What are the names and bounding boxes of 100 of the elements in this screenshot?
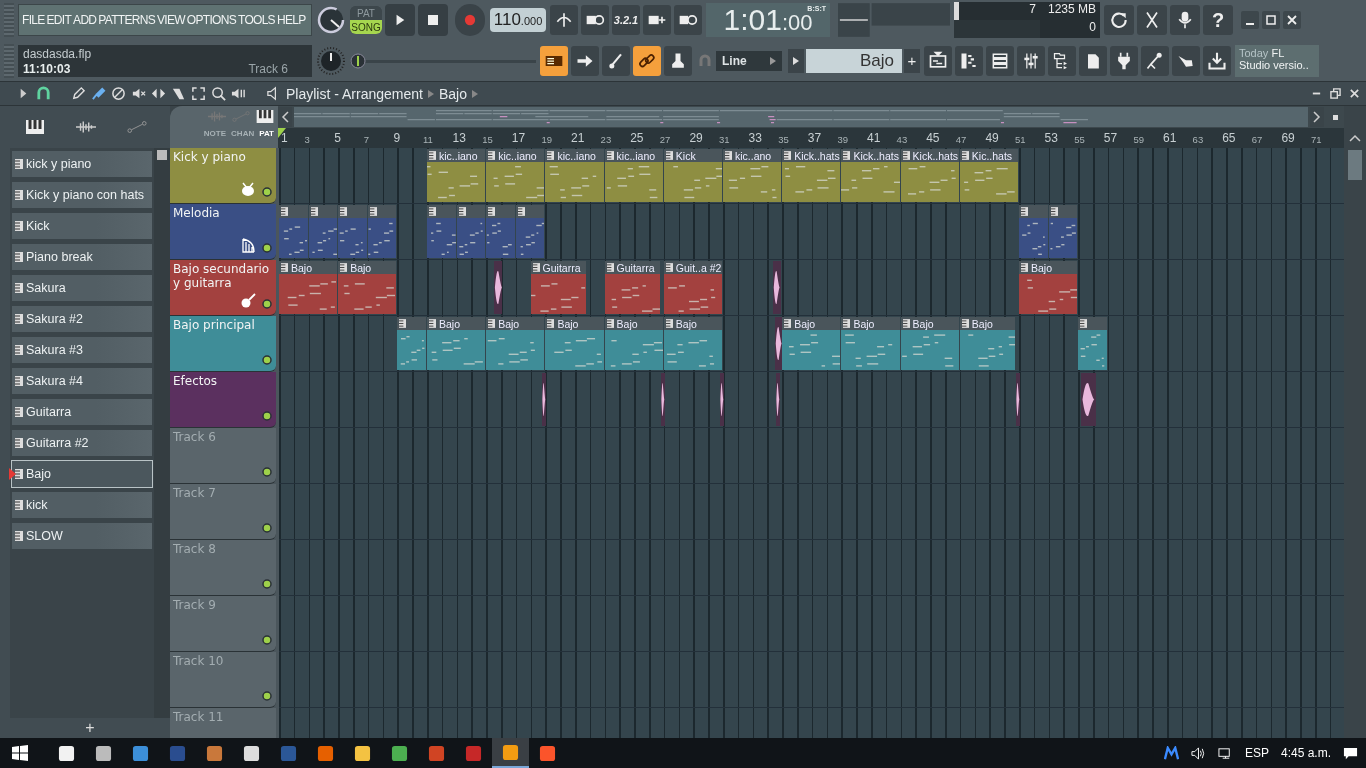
tool-button[interactable]	[1172, 45, 1200, 76]
brush-icon[interactable]	[91, 86, 106, 101]
track-lane[interactable]: kic..iano kic..iano kic..iano kic..iano Kick kic..ano Kick..hats Kick..hats Kick..hats Kic..hats	[279, 148, 1344, 204]
pattern-item[interactable]: Guitarra #2	[12, 430, 152, 456]
audio-clip[interactable]	[1081, 373, 1096, 426]
pattern-clip[interactable]	[515, 205, 545, 258]
browser-icon[interactable]	[317, 744, 334, 762]
track-enable-indicator[interactable]	[262, 635, 272, 645]
track-lane[interactable]	[279, 652, 1344, 708]
pattern-clip[interactable]: kic..iano	[486, 149, 545, 202]
pencil-icon[interactable]	[71, 86, 86, 101]
mixer-button[interactable]	[1017, 45, 1045, 76]
pattern-item[interactable]: Piano break	[12, 244, 152, 270]
language-indicator[interactable]: ESP	[1244, 746, 1269, 760]
pattern-clip[interactable]: Bajo	[663, 317, 722, 370]
browser-button[interactable]	[1048, 45, 1076, 76]
pattern-clip[interactable]: Guitarra	[604, 261, 660, 314]
timeline-ruler[interactable]: 1 3 5 7 9 11 13 15 17 19 21 23 25 27 29 31 33 35 37 39 41 43 45 47 49 51 53 55 57 59 61 63 65 67 69 71	[278, 128, 1344, 148]
notification-icon[interactable]	[1343, 745, 1358, 761]
pattern-clip[interactable]	[279, 205, 308, 258]
pattern-clip[interactable]: Bajo	[900, 317, 959, 370]
tool-button[interactable]	[581, 5, 609, 36]
no-sign-icon[interactable]	[111, 86, 126, 101]
pattern-item[interactable]: Sakura #3	[12, 337, 152, 363]
pattern-clip[interactable]	[1019, 205, 1048, 258]
pattern-clip[interactable]: Kick..hats	[782, 149, 841, 202]
pattern-clip[interactable]: Kick..hats	[841, 149, 900, 202]
pattern-item[interactable]: Guitarra	[12, 399, 152, 425]
pattern-clip[interactable]: kic..iano	[604, 149, 663, 202]
waveform-icon[interactable]	[76, 120, 96, 134]
close-button[interactable]	[1349, 88, 1360, 99]
pattern-clip[interactable]	[1048, 205, 1078, 258]
pattern-item[interactable]: Kick y piano con hats	[12, 182, 152, 208]
track-enable-indicator[interactable]	[262, 579, 272, 589]
pattern-clip[interactable]: Guit..a #2	[663, 261, 722, 314]
double-arrow-icon[interactable]	[151, 86, 166, 101]
zoom-icon[interactable]	[211, 86, 226, 101]
drag-handle[interactable]	[4, 3, 14, 38]
pattern-selector[interactable]: Bajo	[806, 48, 902, 73]
download-button[interactable]	[1203, 45, 1231, 76]
scroll-left-button[interactable]	[278, 107, 292, 127]
pattern-item[interactable]: kick y piano	[12, 151, 152, 177]
audio-clip[interactable]	[1016, 373, 1020, 426]
piano-grid-button[interactable]	[540, 45, 568, 76]
filter-tab[interactable]: PAT	[259, 129, 274, 138]
pattern-clip[interactable]: Guitarra	[530, 261, 586, 314]
pattern-clip[interactable]: Bajo	[279, 261, 338, 314]
pattern-clip[interactable]: Bajo	[841, 317, 900, 370]
audio-clip[interactable]	[720, 373, 724, 426]
select-icon[interactable]	[191, 86, 206, 101]
pattern-item[interactable]: SLOW	[12, 523, 152, 549]
track-lane[interactable]	[279, 596, 1344, 652]
audio-clip[interactable]	[776, 373, 780, 426]
pattern-clip[interactable]	[427, 205, 456, 258]
scroll-right-button[interactable]	[1310, 107, 1324, 127]
snap-dropdown[interactable]: Line	[716, 50, 782, 71]
chain-link-button[interactable]	[633, 45, 661, 76]
play-button[interactable]	[385, 4, 415, 37]
track-header[interactable]: Bajo secundario y guitarra	[170, 260, 276, 316]
stamp-button[interactable]	[664, 45, 692, 76]
add-pattern-button[interactable]: +	[904, 48, 920, 73]
network-icon[interactable]	[1217, 745, 1233, 761]
tool-button[interactable]	[643, 5, 671, 36]
mode-toggle[interactable]: SONG	[350, 20, 382, 35]
playlist-button[interactable]	[924, 45, 952, 76]
magnet-icon[interactable]	[36, 86, 51, 101]
pattern-clip[interactable]	[308, 205, 338, 258]
pattern-clip[interactable]: Kick	[663, 149, 722, 202]
slice-icon[interactable]	[171, 86, 186, 101]
audio-clip[interactable]	[773, 261, 781, 314]
track-lane[interactable]	[279, 540, 1344, 596]
pattern-clip[interactable]: Bajo	[427, 317, 486, 370]
pattern-clip[interactable]: Bajo	[959, 317, 1016, 370]
game-icon[interactable]	[206, 744, 223, 762]
piano-roll-button[interactable]	[955, 45, 983, 76]
menu-item[interactable]: EDIT	[46, 13, 72, 28]
pattern-clip[interactable]: Bajo	[782, 317, 841, 370]
drag-handle[interactable]	[4, 43, 14, 78]
pattern-clip[interactable]	[367, 205, 397, 258]
audio-clip[interactable]	[774, 317, 783, 370]
tool-button[interactable]	[1137, 5, 1167, 36]
pattern-clip[interactable]: Kick..hats	[900, 149, 959, 202]
pattern-item[interactable]: Sakura	[12, 275, 152, 301]
folder-icon[interactable]	[354, 744, 371, 762]
track-lane[interactable]	[279, 484, 1344, 540]
audio-clip[interactable]	[542, 373, 547, 426]
scroll-handle[interactable]	[1348, 150, 1362, 180]
menu-item[interactable]: ADD	[73, 13, 97, 28]
help-button[interactable]: ?	[1203, 5, 1233, 36]
document-app-icon[interactable]	[280, 744, 297, 762]
pattern-clip[interactable]: kic..iano	[427, 149, 486, 202]
audio-clip[interactable]	[493, 261, 503, 314]
tool-button[interactable]	[1079, 45, 1107, 76]
pattern-clip[interactable]	[397, 317, 426, 370]
track-lane[interactable]: Bajo Bajo Bajo Bajo Bajo Bajo Bajo Bajo Bajo	[279, 316, 1344, 372]
track-enable-indicator[interactable]	[262, 523, 272, 533]
pattern-clip[interactable]: Bajo	[545, 317, 604, 370]
pattern-clip[interactable]	[486, 205, 515, 258]
track-lane[interactable]	[279, 204, 1344, 260]
track-header[interactable]: Bajo principal	[170, 316, 276, 372]
